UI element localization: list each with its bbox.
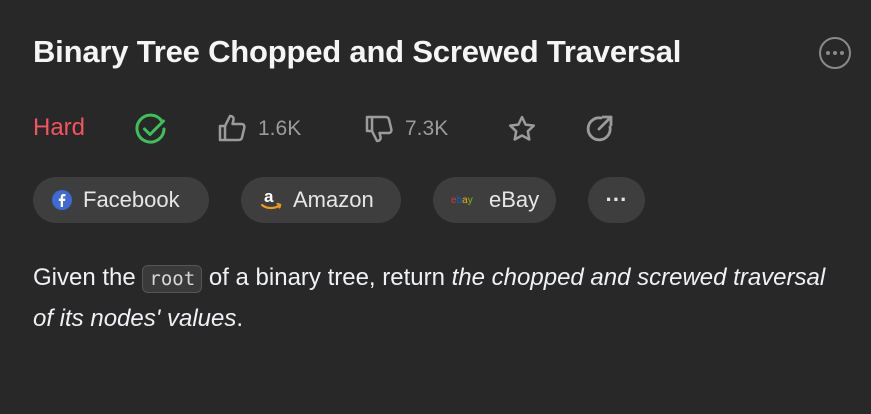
tags-more-button[interactable]: ··· — [588, 177, 645, 223]
tag-ebay[interactable]: ebay eBay — [433, 177, 556, 223]
difficulty-badge: Hard — [33, 114, 86, 141]
tag-label: eBay — [489, 187, 540, 212]
problem-meta-row: Hard 1.6K 7.3K — [33, 108, 853, 148]
description-text: . — [236, 305, 244, 332]
ebay-icon: ebay — [451, 195, 473, 206]
thumbs-up-icon[interactable] — [217, 113, 247, 143]
description-text: Given the — [33, 264, 143, 291]
more-tags-icon: ··· — [605, 187, 628, 212]
tag-facebook[interactable]: Facebook — [33, 177, 209, 223]
tag-amazon[interactable]: a Amazon — [241, 177, 401, 223]
thumbs-down-icon[interactable] — [364, 114, 394, 144]
star-icon[interactable] — [507, 114, 537, 144]
problem-title: Binary Tree Chopped and Screwed Traversa… — [33, 34, 682, 69]
svg-text:ebay: ebay — [451, 195, 473, 206]
tag-label: Amazon — [293, 187, 374, 212]
likes-count: 1.6K — [258, 117, 302, 140]
tag-label: Facebook — [83, 187, 180, 212]
amazon-icon: a — [260, 188, 282, 210]
share-icon[interactable] — [584, 113, 616, 145]
svg-text:a: a — [264, 188, 274, 206]
more-options-icon[interactable] — [819, 37, 851, 69]
problem-description: Given the root of a binary tree, return … — [33, 258, 833, 339]
solved-check-icon — [135, 113, 166, 144]
code-root: root — [142, 265, 203, 293]
description-text: of a binary tree, return — [202, 264, 452, 291]
facebook-icon — [52, 190, 72, 210]
dislikes-count: 7.3K — [405, 117, 449, 140]
